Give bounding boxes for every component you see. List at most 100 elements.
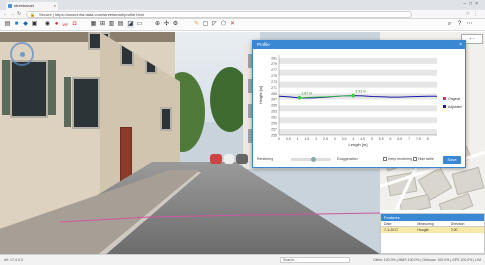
area-icon[interactable]: ▭ — [136, 21, 143, 28]
grid-icon[interactable]: ▦ — [90, 21, 97, 28]
browser-tab[interactable]: streetsmart × — [6, 2, 58, 10]
y-tick-label: 269 — [271, 92, 277, 96]
chart-icon[interactable]: ▥ — [108, 21, 115, 28]
column-header[interactable]: Date — [384, 221, 417, 226]
table-icon[interactable]: ▤ — [117, 21, 124, 28]
legend-label: Original — [448, 97, 460, 101]
x-tick-label: 7 — [408, 137, 410, 141]
point-icon[interactable]: ▢ — [202, 21, 209, 28]
navigation-compass[interactable] — [10, 42, 34, 66]
open-icon[interactable]: ▤ — [4, 21, 11, 28]
table-row[interactable]: 7-1-2017 Hoogte 0.00 — [381, 227, 484, 233]
slider-handle[interactable] — [311, 157, 316, 162]
image-icon[interactable]: ◉ — [44, 21, 51, 28]
polygon-icon[interactable]: ⬠ — [220, 21, 227, 28]
profile-tool-icon[interactable]: ◪ — [127, 21, 134, 28]
keep-rendering-label: Keep rendering — [388, 157, 412, 161]
record-icon[interactable]: ● — [53, 21, 60, 28]
marker-label: 3.93 m — [355, 90, 366, 94]
column-header[interactable]: Measuring — [417, 221, 450, 226]
close-icon[interactable]: × — [459, 41, 462, 49]
settings-icon[interactable]: ⚙ — [172, 21, 179, 28]
save-icon[interactable]: ■ — [13, 21, 20, 28]
x-tick-label: 8 — [427, 137, 429, 141]
profile-footer: Rendering Exaggeration Keep rendering Hi… — [253, 153, 465, 168]
photo-icon[interactable]: ◘ — [71, 21, 78, 28]
measure-icon[interactable]: ⊞ — [99, 21, 106, 28]
grid-band — [279, 117, 437, 124]
wfs-icon[interactable]: WF — [62, 21, 69, 28]
x-tick-label: 2 — [315, 137, 317, 141]
screen: streetsmart × –□× ← → ↻ 🔒 Secure | https… — [0, 0, 485, 265]
x-tick-label: 1 — [297, 137, 299, 141]
x-tick-label: 5.5 — [379, 137, 384, 141]
x-tick-label: 2.5 — [323, 137, 328, 141]
x-tick-label: 5 — [371, 137, 373, 141]
column-header[interactable]: Direction — [451, 221, 484, 226]
y-tick-label: 267 — [271, 98, 277, 102]
profile-dialog-header[interactable]: Profile × — [253, 41, 465, 49]
y-tick-label: 263 — [271, 110, 277, 114]
exaggeration-label: Exaggeration — [337, 157, 358, 161]
y-tick-label: 259 — [271, 121, 277, 125]
reload-icon[interactable]: ↻ — [17, 11, 21, 17]
grid-band — [279, 57, 437, 64]
y-tick-label: 265 — [271, 104, 277, 108]
table-cell: Hoogte — [417, 228, 429, 232]
browser-tab-bar: streetsmart × –□× — [0, 0, 485, 10]
rendering-label: Rendering — [257, 157, 274, 161]
y-tick-label: 261 — [271, 116, 277, 120]
x-tick-label: 3.5 — [342, 137, 347, 141]
search-icon[interactable]: ⌕ — [446, 21, 453, 28]
back-icon[interactable]: ← — [3, 11, 8, 17]
table-cell: 0.00 — [450, 228, 458, 232]
legend-swatch — [443, 105, 446, 108]
lock-icon: 🔒 — [30, 12, 35, 17]
hide-table-checkbox[interactable] — [413, 157, 417, 162]
profile-marker — [351, 93, 356, 98]
pencil-icon[interactable]: ✎ — [193, 21, 200, 28]
window-controls: –□× — [463, 1, 481, 7]
grid-band — [279, 129, 437, 135]
close-tab-icon[interactable]: × — [54, 2, 56, 10]
menu-icon[interactable]: ⋮ — [473, 11, 481, 17]
parked-cars — [210, 154, 250, 168]
x-tick-label: 6.5 — [397, 137, 402, 141]
door — [120, 127, 132, 182]
browser-actions: ☆⋮ — [466, 11, 481, 17]
status-version: ref: 17.4.0.3 — [4, 258, 23, 262]
hide-table-label: Hide table — [418, 157, 434, 161]
keep-rendering-checkbox[interactable] — [383, 157, 387, 162]
close-window-icon[interactable]: × — [475, 1, 481, 7]
address-bar: ← → ↻ 🔒 Secure | https://www.infra-data.… — [0, 10, 485, 19]
cursor-icon[interactable]: ✣ — [163, 21, 170, 28]
url-text: Secure | https://www.infra-data.com/stre… — [39, 12, 144, 17]
profile-title: Profile — [257, 42, 270, 47]
y-tick-label: 257 — [271, 127, 277, 131]
x-tick-label: 0 — [278, 137, 280, 141]
help-icon[interactable]: ? — [456, 21, 463, 28]
star-icon[interactable]: ☆ — [466, 11, 473, 17]
delete-icon[interactable]: ✕ — [229, 21, 236, 28]
line-icon[interactable]: ◸ — [211, 21, 218, 28]
y-tick-label: 277 — [271, 68, 277, 72]
status-layers: Cities: 100.0% | MMS 100.0% | Gebouw: 10… — [373, 258, 481, 262]
profile-dialog: Profile × 255 257 259 261 263 265 267 269 271 273… — [252, 40, 466, 168]
print-icon[interactable]: ▣ — [31, 21, 38, 28]
forward-icon[interactable]: → — [10, 11, 15, 17]
marker-label: 1.67 m — [301, 92, 312, 96]
y-tick-label: 255 — [271, 133, 277, 137]
url-field[interactable]: 🔒 Secure | https://www.infra-data.com/st… — [26, 11, 412, 18]
save-button[interactable]: Save — [443, 156, 461, 164]
more-icon[interactable]: ⋯ — [466, 21, 473, 28]
x-tick-label: 4 — [352, 137, 354, 141]
y-tick-label: 281 — [271, 56, 277, 60]
app-toolbar: ▤ ■ ◆ ▣ ◉ ● WF ◘ ▦ ⊞ ▥ ▤ ◪ ▭ ⊕ ✣ ⚙ ✎ ▢ ◸… — [0, 19, 485, 31]
grid-band — [279, 105, 437, 112]
rendering-slider[interactable] — [291, 157, 331, 162]
status-search-input[interactable]: Search... — [280, 257, 350, 263]
feature-table: Features Date Measuring Direction 7-1-20… — [380, 213, 485, 254]
layers-icon[interactable]: ◆ — [22, 21, 29, 28]
select-icon[interactable]: ⊕ — [154, 21, 161, 28]
measurement-line — [59, 212, 380, 223]
